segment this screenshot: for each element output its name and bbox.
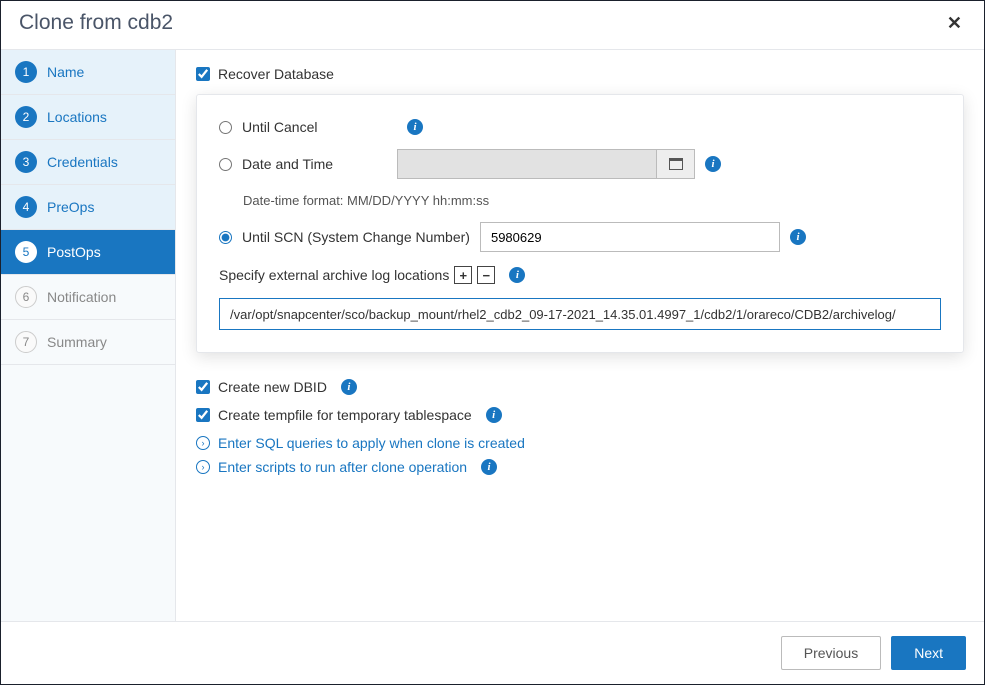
calendar-icon <box>669 158 683 170</box>
tempfile-row: Create tempfile for temporary tablespace… <box>196 407 964 423</box>
date-time-label: Date and Time <box>242 156 397 172</box>
info-icon[interactable]: i <box>705 156 721 172</box>
step-label: Name <box>47 64 84 80</box>
dialog-header: Clone from cdb2 ✕ <box>1 1 984 50</box>
info-icon[interactable]: i <box>509 267 525 283</box>
new-dbid-checkbox[interactable] <box>196 380 210 394</box>
close-icon[interactable]: ✕ <box>943 13 966 34</box>
recover-panel: Until Cancel i Date and Time i Date-time… <box>196 94 964 353</box>
step-postops[interactable]: 5 PostOps <box>1 230 175 275</box>
step-label: Notification <box>47 289 116 305</box>
archive-path-input[interactable] <box>219 298 941 330</box>
scn-input[interactable] <box>480 222 780 252</box>
step-number: 4 <box>15 196 37 218</box>
new-dbid-label: Create new DBID <box>218 379 327 395</box>
date-format-hint: Date-time format: MM/DD/YYYY hh:mm:ss <box>243 193 941 208</box>
calendar-button[interactable] <box>657 149 695 179</box>
dialog-body: 1 Name 2 Locations 3 Credentials 4 PreOp… <box>1 50 984 621</box>
sql-queries-link[interactable]: › Enter SQL queries to apply when clone … <box>196 435 964 451</box>
archive-locations-row: Specify external archive log locations +… <box>219 266 941 284</box>
step-number: 5 <box>15 241 37 263</box>
add-location-button[interactable]: + <box>454 266 472 284</box>
main-content: Recover Database Until Cancel i Date and… <box>176 50 984 621</box>
recover-database-checkbox-row: Recover Database <box>196 66 964 82</box>
info-icon[interactable]: i <box>481 459 497 475</box>
recover-database-label: Recover Database <box>218 66 334 82</box>
scripts-link[interactable]: › Enter scripts to run after clone opera… <box>196 459 964 475</box>
step-number: 6 <box>15 286 37 308</box>
info-icon[interactable]: i <box>790 229 806 245</box>
date-time-radio[interactable] <box>219 158 232 171</box>
clone-wizard-dialog: Clone from cdb2 ✕ 1 Name 2 Locations 3 C… <box>1 1 984 684</box>
step-notification[interactable]: 6 Notification <box>1 275 175 320</box>
until-cancel-radio[interactable] <box>219 121 232 134</box>
step-label: PreOps <box>47 199 94 215</box>
until-scn-radio[interactable] <box>219 231 232 244</box>
step-number: 7 <box>15 331 37 353</box>
step-number: 1 <box>15 61 37 83</box>
step-credentials[interactable]: 3 Credentials <box>1 140 175 185</box>
chevron-right-icon: › <box>196 460 210 474</box>
tempfile-label: Create tempfile for temporary tablespace <box>218 407 472 423</box>
chevron-right-icon: › <box>196 436 210 450</box>
wizard-sidebar: 1 Name 2 Locations 3 Credentials 4 PreOp… <box>1 50 176 621</box>
step-label: PostOps <box>47 244 101 260</box>
remove-location-button[interactable]: − <box>477 266 495 284</box>
sql-queries-label: Enter SQL queries to apply when clone is… <box>218 435 525 451</box>
next-button[interactable]: Next <box>891 636 966 670</box>
step-number: 2 <box>15 106 37 128</box>
archive-locations-label: Specify external archive log locations <box>219 267 449 283</box>
previous-button[interactable]: Previous <box>781 636 881 670</box>
step-label: Credentials <box>47 154 118 170</box>
recover-database-checkbox[interactable] <box>196 67 210 81</box>
step-summary[interactable]: 7 Summary <box>1 320 175 365</box>
tempfile-checkbox[interactable] <box>196 408 210 422</box>
dialog-title: Clone from cdb2 <box>19 11 173 35</box>
step-name[interactable]: 1 Name <box>1 50 175 95</box>
new-dbid-row: Create new DBID i <box>196 379 964 395</box>
until-cancel-row: Until Cancel i <box>219 119 941 135</box>
step-locations[interactable]: 2 Locations <box>1 95 175 140</box>
until-scn-row: Until SCN (System Change Number) i <box>219 222 941 252</box>
info-icon[interactable]: i <box>486 407 502 423</box>
info-icon[interactable]: i <box>341 379 357 395</box>
step-number: 3 <box>15 151 37 173</box>
date-time-row: Date and Time i <box>219 149 941 179</box>
step-label: Locations <box>47 109 107 125</box>
step-preops[interactable]: 4 PreOps <box>1 185 175 230</box>
step-label: Summary <box>47 334 107 350</box>
dialog-footer: Previous Next <box>1 621 984 684</box>
until-cancel-label: Until Cancel <box>242 119 397 135</box>
date-time-input[interactable] <box>397 149 657 179</box>
info-icon[interactable]: i <box>407 119 423 135</box>
until-scn-label: Until SCN (System Change Number) <box>242 229 470 245</box>
scripts-label: Enter scripts to run after clone operati… <box>218 459 467 475</box>
